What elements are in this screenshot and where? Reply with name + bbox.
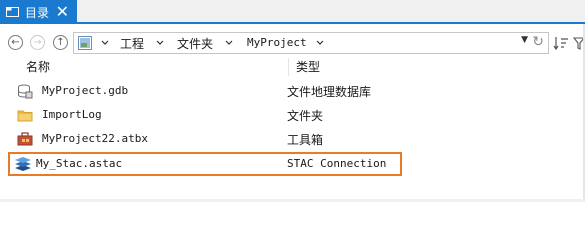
address-dropdown-icon[interactable]: ▼	[521, 35, 528, 45]
tab-catalog[interactable]: 目录 ✕	[0, 0, 77, 24]
tab-label: 目录	[25, 5, 50, 20]
breadcrumb-item-folders[interactable]: 文件夹	[177, 35, 213, 52]
chevron-down-icon[interactable]	[155, 34, 165, 55]
arrow-right-icon: →	[33, 37, 42, 48]
list-item[interactable]: My_Stac.astac STAC Connection	[0, 152, 585, 176]
column-divider[interactable]	[288, 58, 289, 76]
bottom-border	[0, 199, 585, 202]
chevron-down-icon[interactable]	[224, 34, 234, 55]
close-icon[interactable]: ✕	[56, 4, 69, 20]
item-name: My_Stac.astac	[36, 157, 123, 170]
column-type-header[interactable]: 类型	[296, 58, 320, 75]
location-icon	[78, 36, 92, 53]
breadcrumb-item-myproject[interactable]: MyProject	[247, 36, 307, 49]
chevron-down-icon[interactable]	[100, 34, 110, 55]
forward-button[interactable]: →	[30, 35, 45, 50]
item-name: MyProject22.atbx	[42, 132, 148, 145]
column-header: 名称 类型	[0, 58, 585, 76]
geodatabase-icon	[17, 83, 33, 99]
address-bar: ← → ↑ 工程 文件夹 MyProject ▼ ↻	[0, 24, 585, 58]
folder-icon	[17, 107, 33, 123]
arrow-left-icon: ←	[11, 37, 20, 48]
item-name: MyProject.gdb	[42, 84, 129, 97]
toolbox-icon	[17, 131, 33, 147]
refresh-icon[interactable]: ↻	[532, 34, 544, 50]
item-name: ImportLog	[42, 108, 102, 121]
list-item[interactable]: ImportLog 文件夹	[0, 103, 585, 127]
breadcrumb[interactable]: 工程 文件夹 MyProject ▼ ↻	[73, 32, 549, 54]
chevron-down-icon[interactable]	[315, 34, 325, 55]
stac-layers-icon	[14, 156, 31, 172]
item-type: 文件地理数据库	[287, 85, 372, 99]
breadcrumb-item-project[interactable]: 工程	[120, 35, 144, 52]
arrow-up-icon: ↑	[56, 37, 65, 48]
sort-icon[interactable]	[553, 34, 569, 52]
item-type: 工具箱	[287, 133, 324, 147]
item-type: STAC Connection	[287, 157, 387, 170]
list-item[interactable]: MyProject.gdb 文件地理数据库	[0, 79, 585, 103]
column-name-header[interactable]: 名称	[26, 58, 50, 75]
list-item[interactable]: MyProject22.atbx 工具箱	[0, 127, 585, 151]
up-button[interactable]: ↑	[53, 35, 68, 50]
catalog-icon	[6, 6, 19, 18]
item-type: 文件夹	[287, 109, 324, 123]
back-button[interactable]: ←	[8, 35, 23, 50]
tab-strip: 目录 ✕	[0, 0, 585, 24]
